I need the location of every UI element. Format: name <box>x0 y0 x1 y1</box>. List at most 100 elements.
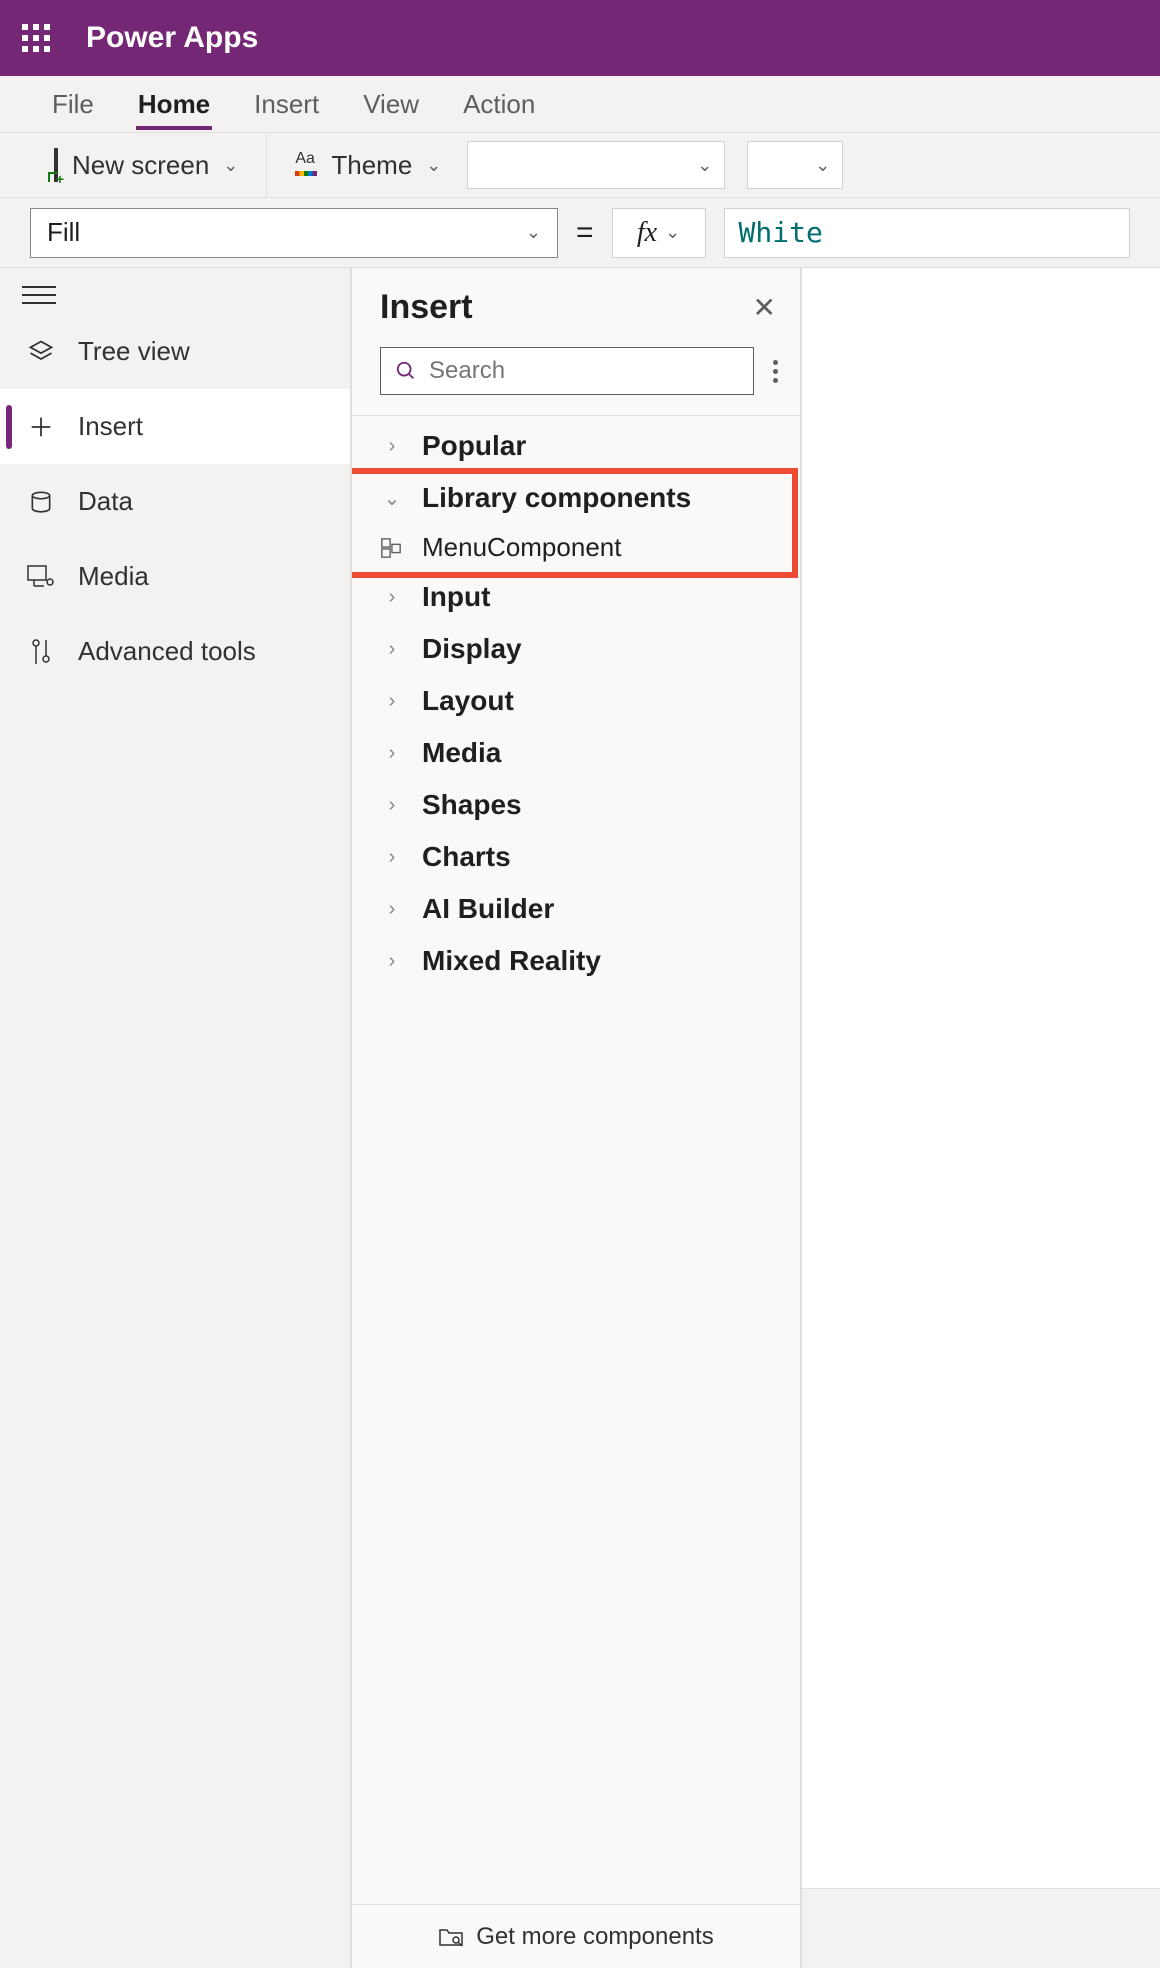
hamburger-icon <box>22 286 56 304</box>
chevron-right-icon: › <box>380 638 404 661</box>
folder-search-icon <box>438 1926 464 1948</box>
main-area: Tree view Insert Data Media Advanced too <box>0 268 1160 1968</box>
footer-label: Get more components <box>476 1923 713 1951</box>
tab-view[interactable]: View <box>361 79 421 130</box>
theme-label: Theme <box>331 150 412 181</box>
nav-advanced-tools[interactable]: Advanced tools <box>0 614 350 689</box>
divider <box>266 132 267 198</box>
insert-panel: Insert ✕ › Popular ⌄ Library components <box>351 268 801 1968</box>
title-bar: Power Apps <box>0 0 1160 76</box>
category-popular[interactable]: › Popular <box>352 420 800 472</box>
tab-insert[interactable]: Insert <box>252 79 321 130</box>
plus-icon <box>26 412 56 442</box>
category-label: AI Builder <box>422 893 554 925</box>
category-label: Display <box>422 633 522 665</box>
category-label: Layout <box>422 685 514 717</box>
nav-label: Data <box>78 486 133 517</box>
tab-home[interactable]: Home <box>136 79 212 130</box>
canvas-area[interactable] <box>801 268 1160 1968</box>
search-input[interactable] <box>429 357 739 385</box>
chevron-right-icon: › <box>380 794 404 817</box>
chevron-right-icon: › <box>380 846 404 869</box>
category-mixed-reality[interactable]: › Mixed Reality <box>352 935 800 987</box>
property-label: Fill <box>47 217 80 248</box>
get-more-components-button[interactable]: Get more components <box>352 1904 800 1968</box>
component-label: MenuComponent <box>422 532 621 563</box>
chevron-down-icon: ⌄ <box>815 155 830 176</box>
chevron-right-icon: › <box>380 690 404 713</box>
chevron-down-icon: ⌄ <box>665 222 680 243</box>
category-input[interactable]: › Input <box>352 571 800 623</box>
search-row <box>352 337 800 415</box>
new-screen-button[interactable]: + New screen ⌄ <box>50 144 242 187</box>
chevron-right-icon: › <box>380 898 404 921</box>
nav-label: Insert <box>78 411 143 442</box>
category-label: Mixed Reality <box>422 945 601 977</box>
ribbon: + New screen ⌄ Aa Theme ⌄ ⌄ ⌄ <box>0 132 1160 198</box>
nav-insert[interactable]: Insert <box>0 389 350 464</box>
menu-tabs: File Home Insert View Action <box>0 76 1160 132</box>
component-icon <box>380 537 404 559</box>
category-label: Shapes <box>422 789 522 821</box>
app-name: Power Apps <box>86 21 258 55</box>
chevron-right-icon: › <box>380 950 404 973</box>
tab-file[interactable]: File <box>50 79 96 130</box>
database-icon <box>26 487 56 517</box>
left-nav: Tree view Insert Data Media Advanced too <box>0 268 351 1968</box>
category-ai-builder[interactable]: › AI Builder <box>352 883 800 935</box>
panel-title: Insert <box>380 288 473 327</box>
category-label: Input <box>422 581 490 613</box>
nav-label: Advanced tools <box>78 636 256 667</box>
fx-label: fx <box>637 217 657 249</box>
category-label: Charts <box>422 841 511 873</box>
media-icon <box>26 562 56 592</box>
category-list: › Popular ⌄ Library components MenuCompo… <box>352 415 800 1904</box>
category-display[interactable]: › Display <box>352 623 800 675</box>
equals-sign: = <box>576 216 594 250</box>
category-label: Media <box>422 737 501 769</box>
formula-input[interactable]: White <box>724 208 1130 258</box>
chevron-down-icon: ⌄ <box>526 222 541 243</box>
panel-header: Insert ✕ <box>352 268 800 337</box>
category-media[interactable]: › Media <box>352 727 800 779</box>
close-icon[interactable]: ✕ <box>753 291 776 324</box>
ribbon-dropdown-1[interactable]: ⌄ <box>467 141 725 189</box>
tools-icon <box>26 637 56 667</box>
search-box[interactable] <box>380 347 754 395</box>
tab-action[interactable]: Action <box>461 79 537 130</box>
formula-value: White <box>739 216 823 249</box>
component-menucomponent[interactable]: MenuComponent <box>352 524 800 571</box>
category-label: Library components <box>422 482 691 514</box>
ribbon-dropdown-2[interactable]: ⌄ <box>747 141 843 189</box>
category-shapes[interactable]: › Shapes <box>352 779 800 831</box>
nav-tree-view[interactable]: Tree view <box>0 314 350 389</box>
chevron-down-icon: ⌄ <box>426 155 441 176</box>
formula-bar: Fill ⌄ = fx ⌄ White <box>0 198 1160 268</box>
chevron-right-icon: › <box>380 742 404 765</box>
chevron-down-icon: ⌄ <box>697 155 712 176</box>
fx-button[interactable]: fx ⌄ <box>612 208 706 258</box>
chevron-right-icon: › <box>380 435 404 458</box>
property-selector[interactable]: Fill ⌄ <box>30 208 558 258</box>
category-charts[interactable]: › Charts <box>352 831 800 883</box>
category-layout[interactable]: › Layout <box>352 675 800 727</box>
search-icon <box>395 360 417 382</box>
app-launcher-icon[interactable] <box>16 18 56 58</box>
new-screen-label: New screen <box>72 150 209 181</box>
layers-icon <box>26 337 56 367</box>
more-options-button[interactable] <box>770 360 780 383</box>
chevron-down-icon: ⌄ <box>223 155 238 176</box>
nav-label: Media <box>78 561 149 592</box>
category-label: Popular <box>422 430 526 462</box>
nav-media[interactable]: Media <box>0 539 350 614</box>
plus-icon: + <box>56 171 64 187</box>
hamburger-button[interactable] <box>0 286 350 314</box>
nav-label: Tree view <box>78 336 190 367</box>
category-library-components[interactable]: ⌄ Library components <box>352 472 800 524</box>
theme-icon: Aa <box>295 154 317 176</box>
nav-data[interactable]: Data <box>0 464 350 539</box>
theme-button[interactable]: Aa Theme ⌄ <box>291 144 445 187</box>
chevron-right-icon: › <box>380 586 404 609</box>
canvas-bottom-band <box>802 1888 1160 1968</box>
chevron-down-icon: ⌄ <box>380 486 404 511</box>
